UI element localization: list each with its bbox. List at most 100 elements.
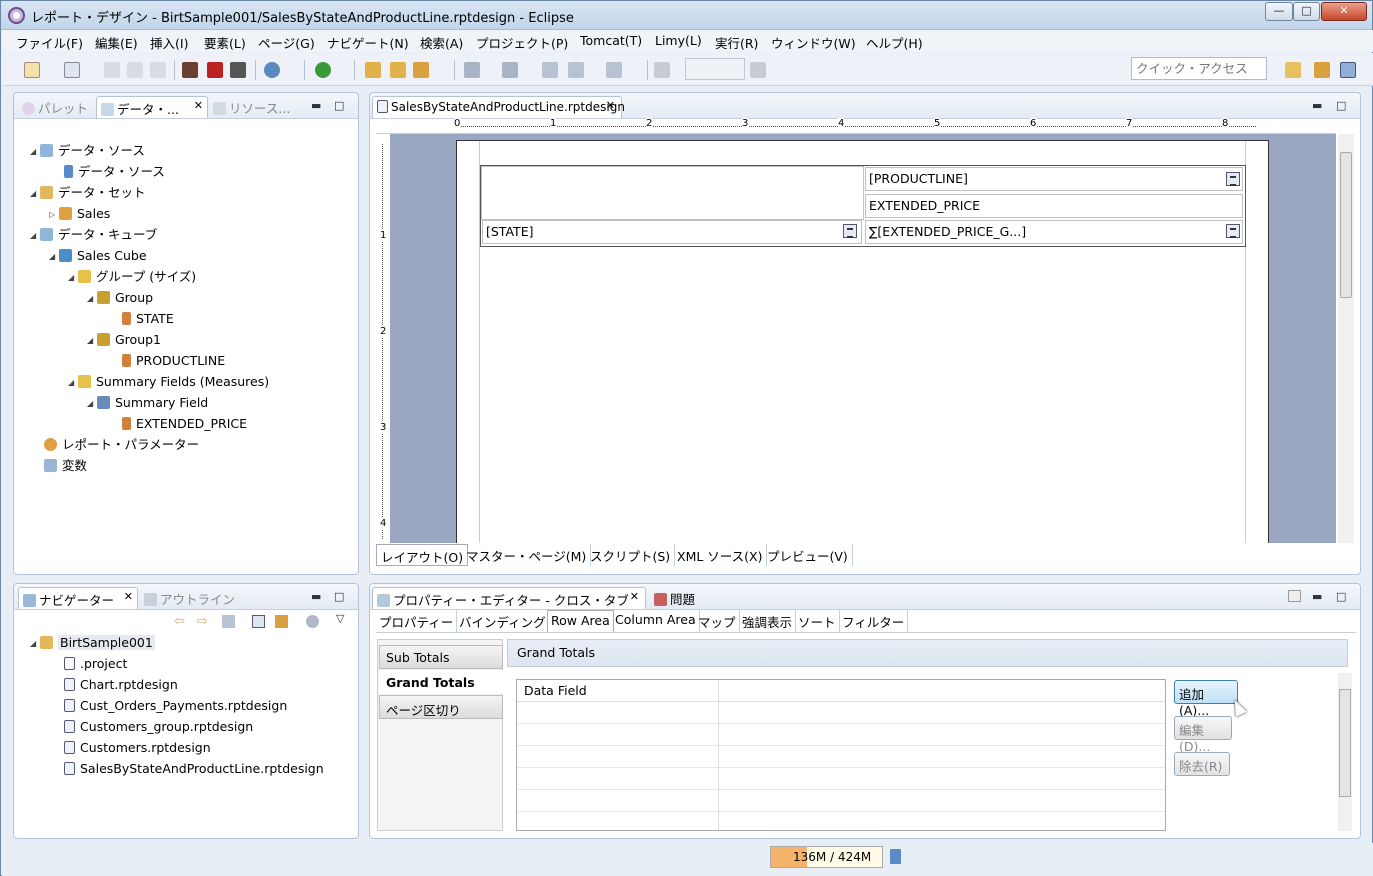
menu-page[interactable]: ページ(G) <box>258 33 315 52</box>
tab-data-explorer[interactable]: データ・... ✕ <box>96 96 208 118</box>
edit-button[interactable]: 編集(D)... <box>1174 716 1232 754</box>
tree-item-sales[interactable]: ▷ Sales <box>49 205 110 223</box>
back-icon[interactable] <box>542 62 558 78</box>
new-report-icon[interactable] <box>64 62 80 78</box>
crosstab[interactable]: [PRODUCTLINE] EXTENDED_PRICE [STATE] ∑[E… <box>480 165 1246 247</box>
tree-item-project[interactable]: ◢ BirtSample001 <box>30 634 155 652</box>
tree-item-report-parameters[interactable]: レポート・パラメーター <box>44 436 199 454</box>
scroll-thumb[interactable] <box>1340 152 1352 298</box>
category-sub-totals[interactable]: Sub Totals <box>379 645 503 669</box>
menu-limy[interactable]: Limy(L) <box>655 33 702 48</box>
subtab-sort[interactable]: ソート <box>795 610 840 632</box>
remove-bug-icon[interactable] <box>207 62 223 78</box>
view-toolbar-icon[interactable] <box>1288 590 1301 602</box>
menu-run[interactable]: 実行(R) <box>715 33 758 52</box>
productline-cell[interactable]: [PRODUCTLINE] <box>865 167 1243 191</box>
tree-item-file[interactable]: Customers.rptdesign <box>64 739 211 757</box>
subtab-properties[interactable]: プロパティー <box>376 610 458 632</box>
tree-item-extended-price[interactable]: EXTENDED_PRICE <box>122 415 247 433</box>
subtab-highlights[interactable]: 強調表示 <box>739 610 797 632</box>
heap-status[interactable]: 136M / 424M <box>770 846 883 868</box>
report-design-perspective-icon[interactable] <box>1340 62 1356 78</box>
open-type-icon[interactable] <box>390 62 406 78</box>
report-page[interactable]: [PRODUCTLINE] EXTENDED_PRICE [STATE] ∑[E… <box>456 140 1269 543</box>
tree-item-sales-cube[interactable]: ◢ Sales Cube <box>49 247 147 265</box>
subtab-binding[interactable]: バインディング <box>456 610 550 632</box>
zoom-combo[interactable] <box>685 58 745 80</box>
minimize-view-icon[interactable]: ▬ <box>1312 99 1322 112</box>
print-icon[interactable] <box>150 62 166 78</box>
back-history-icon[interactable] <box>568 62 584 78</box>
tree-item-data-sources[interactable]: ◢ データ・ソース <box>30 142 145 160</box>
subtab-filter[interactable]: フィルター <box>839 610 909 632</box>
measure-cell[interactable]: ∑[EXTENDED_PRICE_G...] <box>865 220 1243 244</box>
cell-menu-icon[interactable] <box>1226 224 1240 238</box>
menu-navigate[interactable]: ナビゲート(N) <box>327 33 409 52</box>
tree-item-group[interactable]: ◢ Group <box>87 289 153 307</box>
close-tab-icon[interactable]: ✕ <box>194 99 203 112</box>
new-icon[interactable] <box>24 62 40 78</box>
tree-item-summary-fields[interactable]: ◢ Summary Fields (Measures) <box>68 373 269 391</box>
tab-navigator[interactable]: ナビゲーター ✕ <box>18 587 138 609</box>
close-tab-icon[interactable]: ✕ <box>606 99 615 112</box>
cell-menu-icon[interactable] <box>843 224 857 238</box>
scroll-thumb[interactable] <box>1339 689 1351 797</box>
tree-item-file[interactable]: Cust_Orders_Payments.rptdesign <box>64 697 287 715</box>
maximize-view-icon[interactable]: □ <box>334 590 344 603</box>
menu-help[interactable]: ヘルプ(H) <box>866 33 923 52</box>
tree-item-data-sets[interactable]: ◢ データ・セット <box>30 184 146 202</box>
subtab-row-area[interactable]: Row Area <box>547 610 614 632</box>
minimize-view-icon[interactable]: ▬ <box>311 590 321 603</box>
menu-file[interactable]: ファイル(F) <box>16 33 83 52</box>
run-icon[interactable] <box>315 62 331 78</box>
tab-report-editor[interactable]: SalesByStateAndProductLine.rptdesign ✕ <box>372 96 625 118</box>
cell-menu-icon[interactable] <box>1226 172 1240 186</box>
save-icon[interactable] <box>104 62 120 78</box>
tree-item-productline[interactable]: PRODUCTLINE <box>122 352 225 370</box>
grand-totals-table[interactable]: Data Field <box>516 679 1166 831</box>
collapse-all-icon[interactable] <box>252 615 265 628</box>
editor-vertical-scrollbar[interactable] <box>1338 134 1354 543</box>
measure-header-cell[interactable]: EXTENDED_PRICE <box>865 194 1243 218</box>
tree-item-file[interactable]: Customers_group.rptdesign <box>64 718 253 736</box>
save-all-icon[interactable] <box>127 62 143 78</box>
tree-item-file[interactable]: SalesByStateAndProductLine.rptdesign <box>64 760 324 778</box>
link-editor-icon[interactable] <box>275 615 288 628</box>
up-icon[interactable] <box>222 615 235 628</box>
maximize-view-icon[interactable]: □ <box>1336 590 1346 603</box>
maximize-view-icon[interactable]: □ <box>334 99 344 112</box>
tree-item-file[interactable]: Chart.rptdesign <box>64 676 178 694</box>
minimize-button[interactable]: — <box>1265 2 1293 21</box>
pin-icon[interactable] <box>654 62 670 78</box>
java-perspective-icon[interactable] <box>1314 62 1330 78</box>
menu-element[interactable]: 要素(L) <box>204 33 246 52</box>
open-folder-icon[interactable] <box>365 62 381 78</box>
add-button[interactable]: 追加(A)... <box>1174 680 1238 718</box>
tab-resources[interactable]: リソース... <box>209 96 294 118</box>
tree-item-groups[interactable]: ◢ グループ (サイズ) <box>68 268 196 286</box>
tree-item-dot-project[interactable]: .project <box>64 655 127 673</box>
annotation-prev-icon[interactable] <box>502 62 518 78</box>
back-arrow-icon[interactable]: ⇦ <box>174 614 185 629</box>
tab-master-page[interactable]: マスター・ページ(M) <box>462 544 592 566</box>
view-menu-icon[interactable]: ▽ <box>336 612 344 625</box>
bug-icon[interactable] <box>182 62 198 78</box>
tree-item-state[interactable]: STATE <box>122 310 174 328</box>
tab-xml-source[interactable]: XML ソース(X) <box>673 544 768 566</box>
tab-outline[interactable]: アウトライン <box>140 587 239 609</box>
close-tab-icon[interactable]: ✕ <box>124 590 133 603</box>
bug-all-icon[interactable] <box>230 62 246 78</box>
remove-button[interactable]: 除去(R) <box>1174 752 1230 776</box>
state-cell[interactable]: [STATE] <box>482 220 862 244</box>
menu-project[interactable]: プロジェクト(P) <box>476 33 568 52</box>
menu-edit[interactable]: 編集(E) <box>95 33 138 52</box>
menu-window[interactable]: ウィンドウ(W) <box>771 33 856 52</box>
menu-insert[interactable]: 挿入(I) <box>150 33 188 52</box>
minimize-view-icon[interactable]: ▬ <box>311 99 321 112</box>
forward-icon[interactable] <box>606 62 622 78</box>
close-tab-icon[interactable]: ✕ <box>630 590 639 603</box>
cursor-icon[interactable] <box>750 62 766 78</box>
properties-scrollbar[interactable] <box>1338 673 1352 831</box>
web-icon[interactable] <box>264 62 280 78</box>
category-grand-totals[interactable]: Grand Totals <box>379 670 503 694</box>
